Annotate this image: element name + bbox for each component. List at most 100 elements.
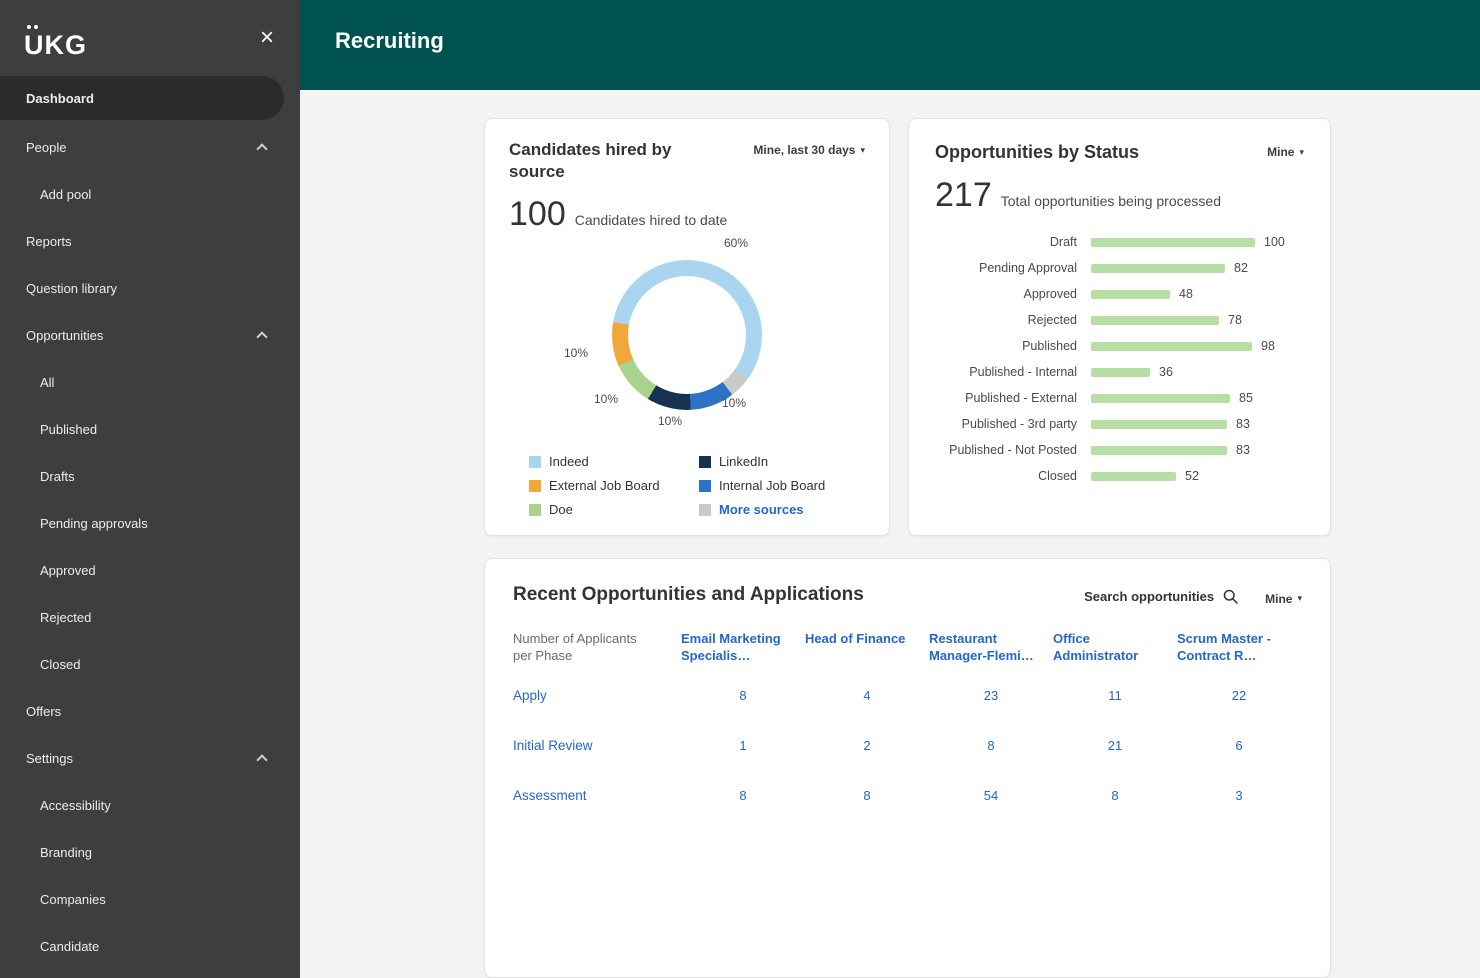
bar-label: Approved (935, 287, 1091, 301)
nav-label: Offers (26, 704, 61, 719)
applicant-count[interactable]: 8 (929, 721, 1053, 771)
recent-card-title: Recent Opportunities and Applications (513, 583, 864, 608)
applicant-count[interactable]: 2 (805, 721, 929, 771)
column-header-restaurant-manager[interactable]: Restaurant Manager-Flemi… (929, 626, 1053, 671)
sidebar-item-question-library[interactable]: Question library (0, 265, 300, 312)
bar-row-approved: Approved 48 (935, 281, 1304, 307)
applicant-count[interactable]: 8 (805, 771, 929, 821)
bar-label: Draft (935, 235, 1091, 249)
more-sources-link[interactable]: More sources (699, 502, 865, 517)
phase-link-apply[interactable]: Apply (513, 671, 681, 721)
filter-label: Mine (1267, 145, 1294, 159)
sidebar-item-people[interactable]: People (0, 124, 300, 171)
bar (1091, 238, 1255, 247)
applicant-count[interactable]: 3 (1177, 771, 1301, 821)
bar-label: Closed (935, 469, 1091, 483)
sidebar-item-all[interactable]: All (0, 359, 300, 406)
hired-total-caption: Candidates hired to date (575, 212, 728, 228)
nav-label: Approved (40, 563, 96, 578)
sidebar-item-published[interactable]: Published (0, 406, 300, 453)
row-header: Number of Applicants per Phase (513, 626, 663, 671)
bar-value: 98 (1261, 339, 1275, 353)
sidebar-item-rejected[interactable]: Rejected (0, 594, 300, 641)
applicant-count[interactable]: 8 (681, 671, 805, 721)
pct-label-linkedin: 10% (658, 414, 682, 428)
applicant-count[interactable]: 22 (1177, 671, 1301, 721)
bar-label: Published - 3rd party (935, 417, 1091, 431)
pct-label-external-job-board: 10% (564, 346, 588, 360)
page-title: Recruiting (335, 28, 444, 54)
nav-label: Closed (40, 657, 80, 672)
nav-label: Opportunities (26, 328, 103, 343)
sidebar-item-branding[interactable]: Branding (0, 829, 300, 876)
bar-row-published-not-posted: Published - Not Posted83 (935, 437, 1304, 463)
legend-label: Doe (549, 502, 573, 517)
applicant-count[interactable]: 6 (1177, 721, 1301, 771)
phase-link-initial-review[interactable]: Initial Review (513, 721, 681, 771)
sidebar-item-closed[interactable]: Closed (0, 641, 300, 688)
bar-value: 78 (1228, 313, 1242, 327)
sidebar-item-offers[interactable]: Offers (0, 688, 300, 735)
search-opportunities-button[interactable]: Search opportunities (1078, 587, 1245, 606)
status-total: 217 (935, 176, 992, 215)
nav-label: Question library (26, 281, 117, 296)
close-icon[interactable]: × (256, 24, 278, 52)
applicant-count[interactable]: 8 (681, 771, 805, 821)
recent-filter-dropdown[interactable]: Mine ▾ (1265, 588, 1302, 606)
column-header-scrum-master[interactable]: Scrum Master - Contract R… (1177, 626, 1301, 671)
legend-label: Internal Job Board (719, 478, 825, 493)
more-sources-label: More sources (719, 502, 804, 517)
bar-label: Published - Internal (935, 365, 1091, 379)
linkedin-swatch (699, 456, 711, 468)
column-header-email-marketing[interactable]: Email Marketing Specialis… (681, 626, 805, 671)
nav-label: Rejected (40, 610, 91, 625)
logo-dots-icon (27, 25, 38, 29)
sidebar-item-accessibility[interactable]: Accessibility (0, 782, 300, 829)
sidebar-item-drafts[interactable]: Drafts (0, 453, 300, 500)
column-header-head-of-finance[interactable]: Head of Finance (805, 626, 929, 671)
column-header-office-administrator[interactable]: Office Administrator (1053, 626, 1177, 671)
sidebar-item-candidate[interactable]: Candidate (0, 923, 300, 970)
bar-row-pending-approval: Pending Approval82 (935, 255, 1304, 281)
status-filter-dropdown[interactable]: Mine ▾ (1267, 141, 1304, 159)
sidebar-item-add-pool[interactable]: Add pool (0, 171, 300, 218)
bar (1091, 420, 1227, 429)
logo-text: UKG (24, 30, 87, 60)
sidebar: UKG × Dashboard People Add pool Reports … (0, 0, 300, 978)
bar-label: Published - Not Posted (935, 443, 1091, 457)
sidebar-item-opportunities[interactable]: Opportunities (0, 312, 300, 359)
filter-label: Mine, last 30 days (753, 143, 855, 157)
bar (1091, 264, 1225, 273)
sidebar-item-pending-approvals[interactable]: Pending approvals (0, 500, 300, 547)
applicant-count[interactable]: 8 (1053, 771, 1177, 821)
more-sources-swatch (699, 504, 711, 516)
phase-link-assessment[interactable]: Assessment (513, 771, 681, 821)
applicant-count[interactable]: 1 (681, 721, 805, 771)
nav-label: Branding (40, 845, 92, 860)
sidebar-item-companies[interactable]: Companies (0, 876, 300, 923)
sidebar-item-approved[interactable]: Approved (0, 547, 300, 594)
bar (1091, 290, 1170, 299)
bar-row-published: Published98 (935, 333, 1304, 359)
filter-label: Mine (1265, 592, 1292, 606)
applicant-count[interactable]: 54 (929, 771, 1053, 821)
bar (1091, 342, 1252, 351)
applicant-count[interactable]: 21 (1053, 721, 1177, 771)
applicant-count[interactable]: 23 (929, 671, 1053, 721)
chevron-up-icon (256, 143, 267, 154)
internal-job-board-swatch (699, 480, 711, 492)
legend-item-doe: Doe (529, 502, 699, 517)
donut-chart-area: 60% 10% 10% 10% 10% (572, 236, 802, 440)
bar-row-published-internal: Published - Internal36 (935, 359, 1304, 385)
applicant-count[interactable]: 4 (805, 671, 929, 721)
sidebar-item-dashboard[interactable]: Dashboard (0, 76, 284, 120)
bar-value: 52 (1185, 469, 1199, 483)
sidebar-item-reports[interactable]: Reports (0, 218, 300, 265)
applicant-count[interactable]: 11 (1053, 671, 1177, 721)
sidebar-item-settings[interactable]: Settings (0, 735, 300, 782)
bar-row-closed: Closed 52 (935, 463, 1304, 489)
sidebar-header: UKG × (0, 0, 300, 72)
hired-filter-dropdown[interactable]: Mine, last 30 days ▾ (753, 139, 865, 157)
bar-row-published-3rd-party: Published - 3rd party83 (935, 411, 1304, 437)
bar-value: 48 (1179, 287, 1193, 301)
